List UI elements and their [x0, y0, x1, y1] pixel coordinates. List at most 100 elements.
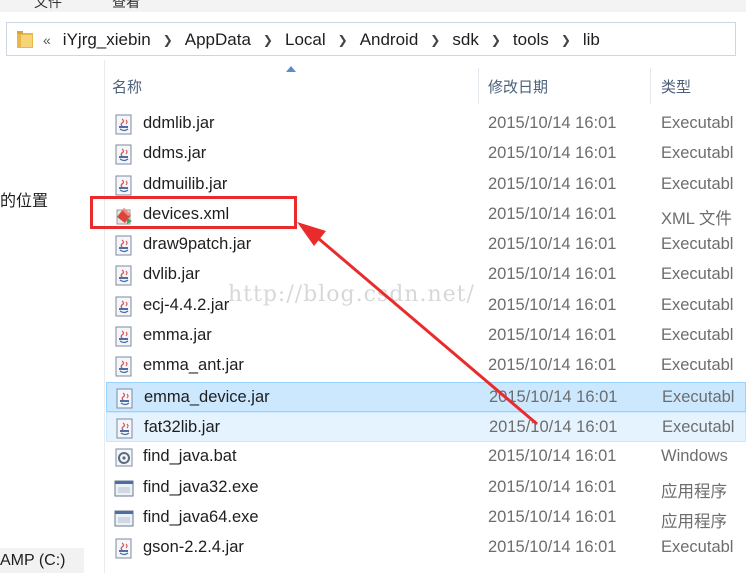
file-name[interactable]: ddmlib.jar [143, 114, 215, 133]
file-name[interactable]: emma_ant.jar [143, 356, 244, 375]
file-date: 2015/10/14 16:01 [488, 326, 617, 345]
java-jar-icon [114, 326, 134, 347]
column-header-date[interactable]: 修改日期 [488, 74, 548, 102]
file-date: 2015/10/14 16:01 [488, 114, 617, 132]
file-row[interactable]: dvlib.jar 2015/10/14 16:01 Executabl [106, 260, 746, 290]
java-jar-icon [114, 175, 134, 196]
file-date: 2015/10/14 16:01 [488, 204, 617, 223]
file-name[interactable]: emma.jar [143, 326, 212, 345]
breadcrumb-item[interactable]: lib [583, 30, 600, 50]
java-jar-icon [114, 144, 134, 165]
file-type: XML 文件 [661, 209, 732, 228]
file-row[interactable]: ddms.jar 2015/10/14 16:01 Executabl [106, 139, 746, 169]
file-type: Executabl [661, 538, 734, 557]
breadcrumb-item[interactable]: iYjrg_xiebin [63, 30, 151, 50]
file-row[interactable]: emma_ant.jar 2015/10/14 16:01 Executabl [106, 351, 746, 381]
java-jar-icon [114, 356, 134, 377]
file-list: ddmlib.jar 2015/10/14 16:01 Executabl ddms.… [106, 109, 746, 563]
file-date: 2015/10/14 16:01 [488, 356, 617, 375]
java-jar-icon [114, 538, 134, 559]
sort-ascending-icon [286, 66, 296, 72]
file-row[interactable]: ecj-4.4.2.jar 2015/10/14 16:01 Executabl [106, 291, 746, 321]
exe-file-icon [114, 508, 134, 529]
nav-pane-item-location[interactable]: 的位置 [0, 187, 48, 211]
file-name[interactable]: draw9patch.jar [143, 235, 251, 254]
file-name[interactable]: ddmuilib.jar [143, 175, 227, 194]
file-date: 2015/10/14 16:01 [488, 144, 617, 163]
chevron-right-icon[interactable]: ❯ [491, 33, 501, 47]
exe-file-icon [114, 478, 134, 499]
folder-icon [17, 31, 33, 48]
chevron-right-icon[interactable]: ❯ [263, 33, 273, 47]
column-header-name[interactable]: 名称 [112, 74, 142, 102]
file-row[interactable]: draw9patch.jar 2015/10/14 16:01 Executabl [106, 230, 746, 260]
annotation-highlight-box [90, 196, 297, 229]
java-jar-icon [114, 114, 134, 135]
file-date: 2015/10/14 16:01 [488, 295, 617, 314]
file-name[interactable]: ecj-4.4.2.jar [143, 296, 229, 315]
java-jar-icon [114, 296, 134, 317]
file-type: Windows [661, 447, 728, 466]
file-type: Executabl [662, 387, 735, 406]
java-jar-icon [114, 265, 134, 286]
file-name[interactable]: ddms.jar [143, 144, 206, 163]
file-type: 应用程序 [661, 512, 727, 531]
pane-divider[interactable] [104, 60, 105, 573]
file-type: Executabl [661, 326, 734, 345]
file-type: 应用程序 [661, 482, 727, 501]
file-row[interactable]: find_java32.exe 2015/10/14 16:01 应用程序 [106, 473, 746, 503]
address-bar[interactable]: « iYjrg_xiebin ❯ AppData ❯ Local ❯ Android ❯… [6, 22, 736, 56]
chevron-right-icon[interactable]: ❯ [561, 33, 571, 47]
file-name[interactable]: dvlib.jar [143, 265, 200, 284]
file-date: 2015/10/14 16:01 [488, 235, 617, 254]
file-date: 2015/10/14 16:01 [488, 507, 617, 526]
file-name[interactable]: gson-2.2.4.jar [143, 538, 244, 557]
file-name[interactable]: find_java32.exe [143, 478, 259, 497]
breadcrumb-item[interactable]: Android [360, 30, 419, 50]
file-type: Executabl [661, 174, 734, 193]
menu-view[interactable]: 查看 [112, 0, 140, 12]
file-date: 2015/10/14 16:01 [488, 477, 617, 496]
file-type: Executabl [661, 114, 734, 132]
file-type: Executabl [661, 265, 734, 284]
column-header-type[interactable]: 类型 [661, 74, 691, 102]
file-row[interactable]: ddmlib.jar 2015/10/14 16:01 Executabl [106, 109, 746, 139]
column-divider[interactable] [478, 68, 479, 104]
nav-pane-drive-label[interactable]: AMP (C:) [0, 552, 65, 570]
file-date: 2015/10/14 16:01 [488, 538, 617, 557]
file-date: 2015/10/14 16:01 [489, 387, 618, 406]
column-divider[interactable] [650, 68, 651, 104]
file-row[interactable]: find_java64.exe 2015/10/14 16:01 应用程序 [106, 503, 746, 533]
file-type: Executabl [661, 295, 734, 314]
breadcrumb-overflow[interactable]: « [43, 32, 51, 48]
file-row[interactable]: emma.jar 2015/10/14 16:01 Executabl [106, 321, 746, 351]
breadcrumb-item[interactable]: tools [513, 30, 549, 50]
file-name[interactable]: find_java.bat [143, 447, 237, 466]
file-date: 2015/10/14 16:01 [488, 265, 617, 284]
java-jar-icon [114, 235, 134, 256]
file-row[interactable]: find_java.bat 2015/10/14 16:01 Windows [106, 442, 746, 472]
file-name[interactable]: fat32lib.jar [144, 418, 220, 437]
file-name[interactable]: find_java64.exe [143, 508, 259, 527]
file-type: Executabl [661, 144, 734, 163]
chevron-right-icon[interactable]: ❯ [430, 33, 440, 47]
java-jar-icon [115, 388, 135, 409]
menu-file[interactable]: 文件 [34, 0, 62, 12]
breadcrumb-item[interactable]: AppData [185, 30, 251, 50]
file-type: Executabl [661, 235, 734, 254]
breadcrumb-item[interactable]: sdk [452, 30, 478, 50]
breadcrumb-item[interactable]: Local [285, 30, 326, 50]
file-row[interactable]: gson-2.2.4.jar 2015/10/14 16:01 Executabl [106, 533, 746, 563]
chevron-right-icon[interactable]: ❯ [163, 33, 173, 47]
file-date: 2015/10/14 16:01 [489, 417, 618, 436]
file-date: 2015/10/14 16:01 [488, 447, 617, 466]
java-jar-icon [115, 418, 135, 439]
menu-strip: 文件 查看 [0, 0, 746, 12]
file-row[interactable]: fat32lib.jar 2015/10/14 16:01 Executabl [106, 411, 746, 443]
file-row[interactable]: emma_device.jar 2015/10/14 16:01 Executabl [106, 381, 746, 412]
file-type: Executabl [661, 356, 734, 375]
file-name[interactable]: emma_device.jar [144, 388, 270, 407]
batch-file-icon [114, 447, 134, 468]
chevron-right-icon[interactable]: ❯ [338, 33, 348, 47]
file-type: Executabl [662, 417, 735, 436]
